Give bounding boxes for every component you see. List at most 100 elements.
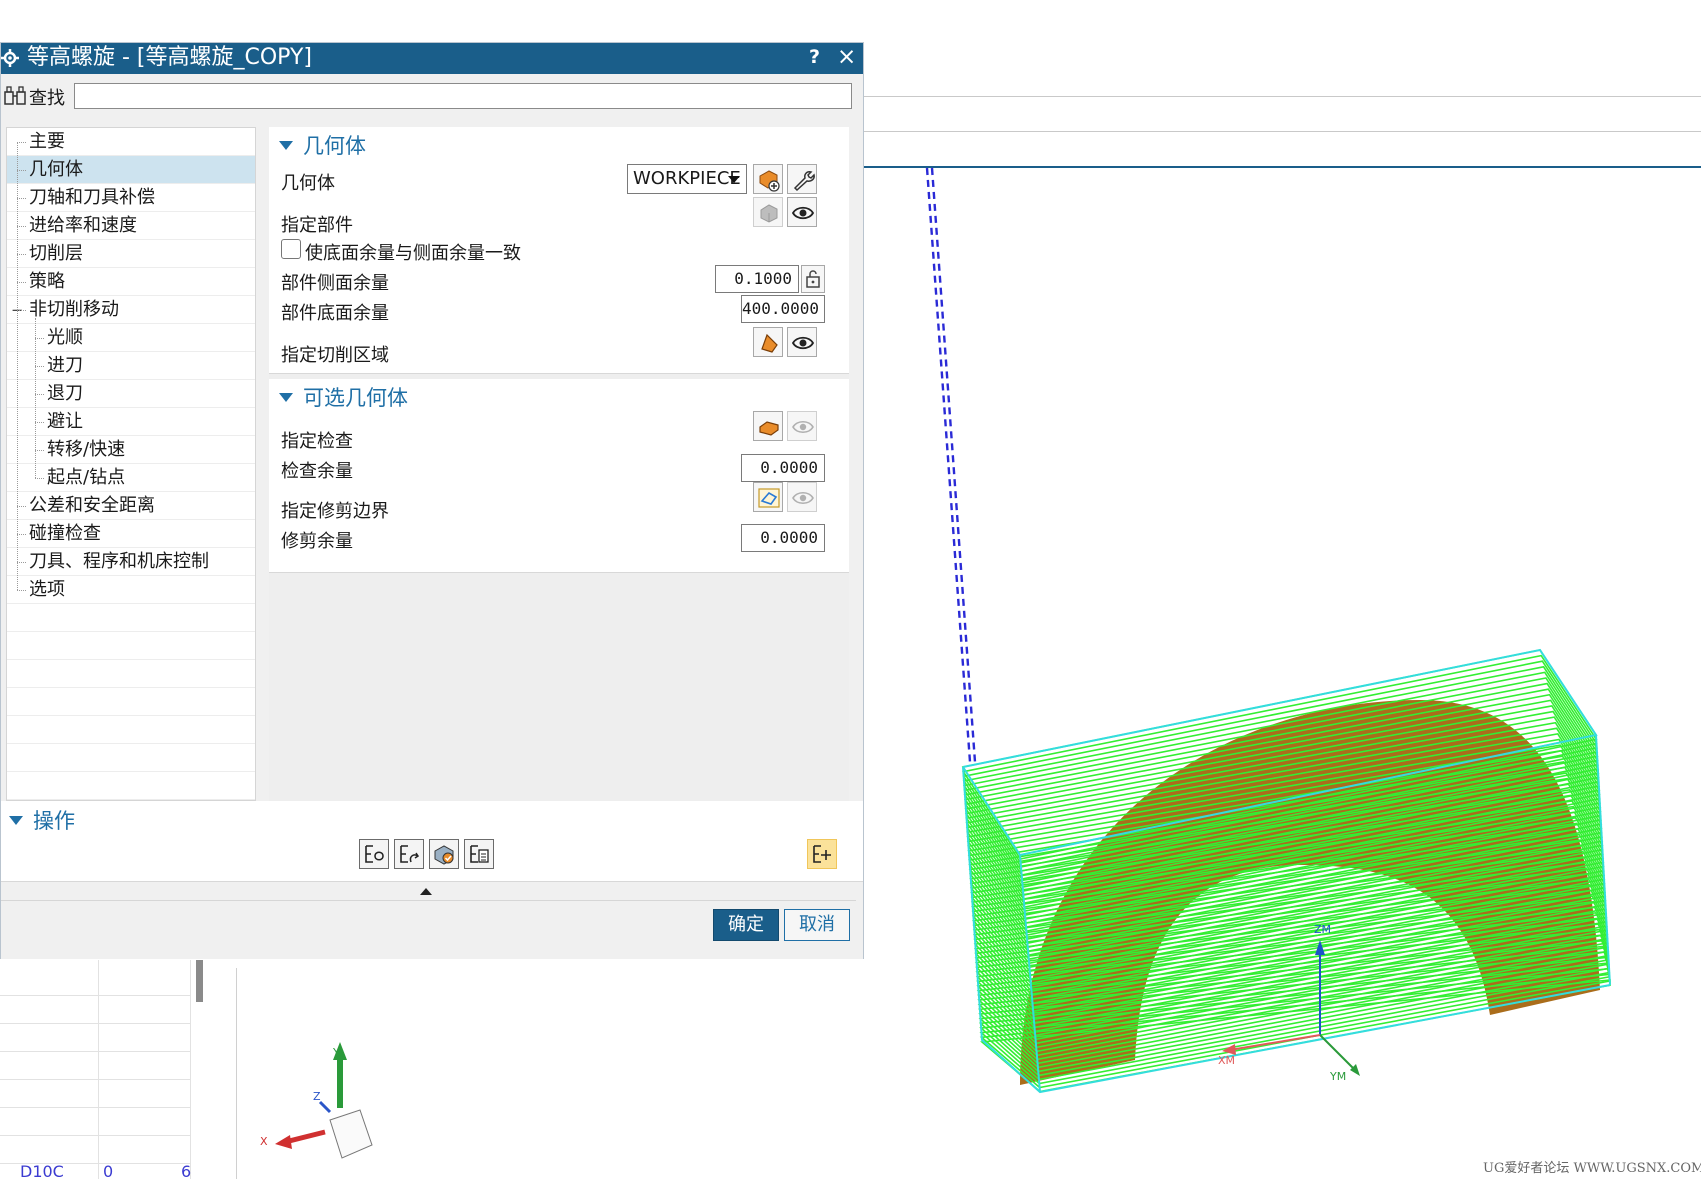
tree-connector [17, 282, 26, 283]
operation-dialog: 等高螺旋 - [等高螺旋_COPY] ? × 查找 主要 几何体 刀轴和刀具补偿 进给… [0, 42, 864, 959]
tree-item[interactable]: 碰撞检查 [7, 520, 255, 548]
select-cut-area-button[interactable] [753, 327, 783, 357]
tree-item[interactable]: 进刀 [7, 352, 255, 380]
show-cut-area-button[interactable] [787, 327, 817, 357]
tree-connector [35, 318, 36, 478]
tree-connector [35, 366, 44, 367]
new-geometry-button[interactable] [753, 164, 783, 194]
table-cell[interactable]: 0 [103, 1162, 113, 1181]
show-trim-button[interactable] [787, 482, 817, 512]
select-part-button[interactable] [753, 197, 783, 227]
wcs-view-triad [275, 1042, 373, 1159]
dialog-footer: 确定 取消 [1, 881, 863, 959]
geometry-select[interactable]: WORKPIECE [627, 164, 747, 194]
tree-item[interactable]: 转移/快速 [7, 436, 255, 464]
specify-part-label: 指定部件 [281, 215, 353, 236]
tree-item[interactable]: 主要 [7, 128, 255, 156]
tree-item[interactable]: 起点/钻点 [7, 464, 255, 492]
cut-area-label: 指定切削区域 [281, 345, 389, 366]
ym-axis-label: YM [1330, 1070, 1347, 1083]
xm-axis-label: XM [1218, 1054, 1236, 1067]
generate-button[interactable] [359, 839, 389, 869]
show-eye-icon [792, 491, 814, 505]
tree-connector [17, 534, 26, 535]
table-cell[interactable]: 6 [181, 1162, 191, 1181]
cancel-button[interactable]: 取消 [784, 909, 850, 941]
find-bar: 查找 [1, 74, 863, 120]
tree-item-label: 主要 [29, 131, 65, 152]
tree-connector [35, 394, 44, 395]
check-stock-input[interactable]: 0.0000 [741, 454, 825, 482]
customize-icon [813, 845, 831, 863]
edit-geometry-button[interactable] [787, 164, 817, 194]
generate-icon [365, 845, 384, 863]
optional-geometry-header[interactable]: 可选几何体 [279, 382, 408, 412]
show-check-button[interactable] [787, 411, 817, 441]
customize-button[interactable] [807, 839, 837, 869]
specify-trim-label: 指定修剪边界 [281, 501, 389, 522]
tree-connector [17, 226, 26, 227]
close-button[interactable]: × [837, 44, 856, 70]
select-trim-button[interactable] [753, 482, 783, 512]
tree-item[interactable]: 策略 [7, 268, 255, 296]
tree-item[interactable]: 切削层 [7, 240, 255, 268]
tree-item-label: 非切削移动 [29, 299, 119, 320]
tree-connector [17, 198, 26, 199]
footer-divider [1, 900, 856, 901]
geometry-group-header[interactable]: 几何体 [279, 130, 366, 160]
tree-item[interactable]: 刀轴和刀具补偿 [7, 184, 255, 212]
side-stock-lock-button[interactable] [801, 265, 825, 293]
geometry-group: 几何体 几何体 WORKPIECE 指定部件 使底面余量与侧面余量一致 部件侧面… [269, 127, 849, 374]
tree-connector [17, 506, 26, 507]
tree-empty-row [7, 772, 255, 800]
list-button[interactable] [464, 839, 494, 869]
uniform-stock-checkbox[interactable] [281, 239, 301, 259]
tree-item[interactable]: 退刀 [7, 380, 255, 408]
verify-button[interactable] [429, 839, 459, 869]
lock-icon [806, 270, 820, 288]
ok-button[interactable]: 确定 [713, 909, 779, 941]
settings-icon[interactable] [1, 49, 19, 67]
part-side-stock-input[interactable]: 0.1000 [715, 265, 799, 293]
table-cell[interactable]: D10C [20, 1162, 64, 1181]
chevron-down-icon [728, 176, 740, 183]
operations-header[interactable]: 操作 [9, 805, 75, 835]
help-button[interactable]: ? [809, 46, 820, 68]
find-input[interactable] [74, 83, 852, 109]
watermark-text: UG爱好者论坛 WWW.UGSNX.COM [1483, 1161, 1701, 1176]
dialog-tree[interactable]: 主要几何体 刀轴和刀具补偿进给率和速度切削层 策略 非切削移动 − 光顺 进刀 退刀避让转移/… [6, 127, 256, 801]
collapse-up-icon[interactable] [420, 888, 432, 895]
tree-connector [17, 590, 26, 591]
collapse-triangle-icon[interactable] [279, 140, 293, 150]
tree-item[interactable]: 刀具、程序和机床控制 [7, 548, 255, 576]
select-check-button[interactable] [753, 411, 783, 441]
tree-item-label: 避让 [47, 411, 83, 432]
tree-connector [17, 310, 26, 311]
tree-connector [17, 562, 26, 563]
select-part-icon [760, 204, 778, 223]
collapse-triangle-icon[interactable] [279, 392, 293, 402]
trim-stock-input[interactable]: 0.0000 [741, 524, 825, 552]
part-floor-stock-input[interactable]: 400.0000 [741, 295, 825, 323]
tree-item[interactable]: 光顺 [7, 324, 255, 352]
select-cut-area-icon [761, 333, 778, 353]
specify-check-label: 指定检查 [281, 431, 353, 452]
tree-empty-row [7, 632, 255, 660]
tree-item[interactable]: 非切削移动 − [7, 296, 255, 324]
tree-empty-row [7, 744, 255, 772]
verify-icon [434, 845, 454, 865]
tree-item[interactable]: 公差和安全距离 [7, 492, 255, 520]
tree-item[interactable]: 进给率和速度 [7, 212, 255, 240]
show-part-button[interactable] [787, 197, 817, 227]
table-scrollbar[interactable] [196, 960, 203, 1002]
tree-connector [35, 478, 44, 479]
collapse-triangle-icon[interactable] [9, 815, 23, 825]
tree-empty-row [7, 716, 255, 744]
tree-item[interactable]: 选项 [7, 576, 255, 604]
tree-item-label: 进给率和速度 [29, 215, 137, 236]
tree-item[interactable]: 几何体 [7, 156, 255, 184]
new-geometry-icon [759, 170, 780, 192]
dialog-titlebar[interactable]: 等高螺旋 - [等高螺旋_COPY] ? × [1, 43, 863, 74]
tree-item[interactable]: 避让 [7, 408, 255, 436]
replay-button[interactable] [394, 839, 424, 869]
